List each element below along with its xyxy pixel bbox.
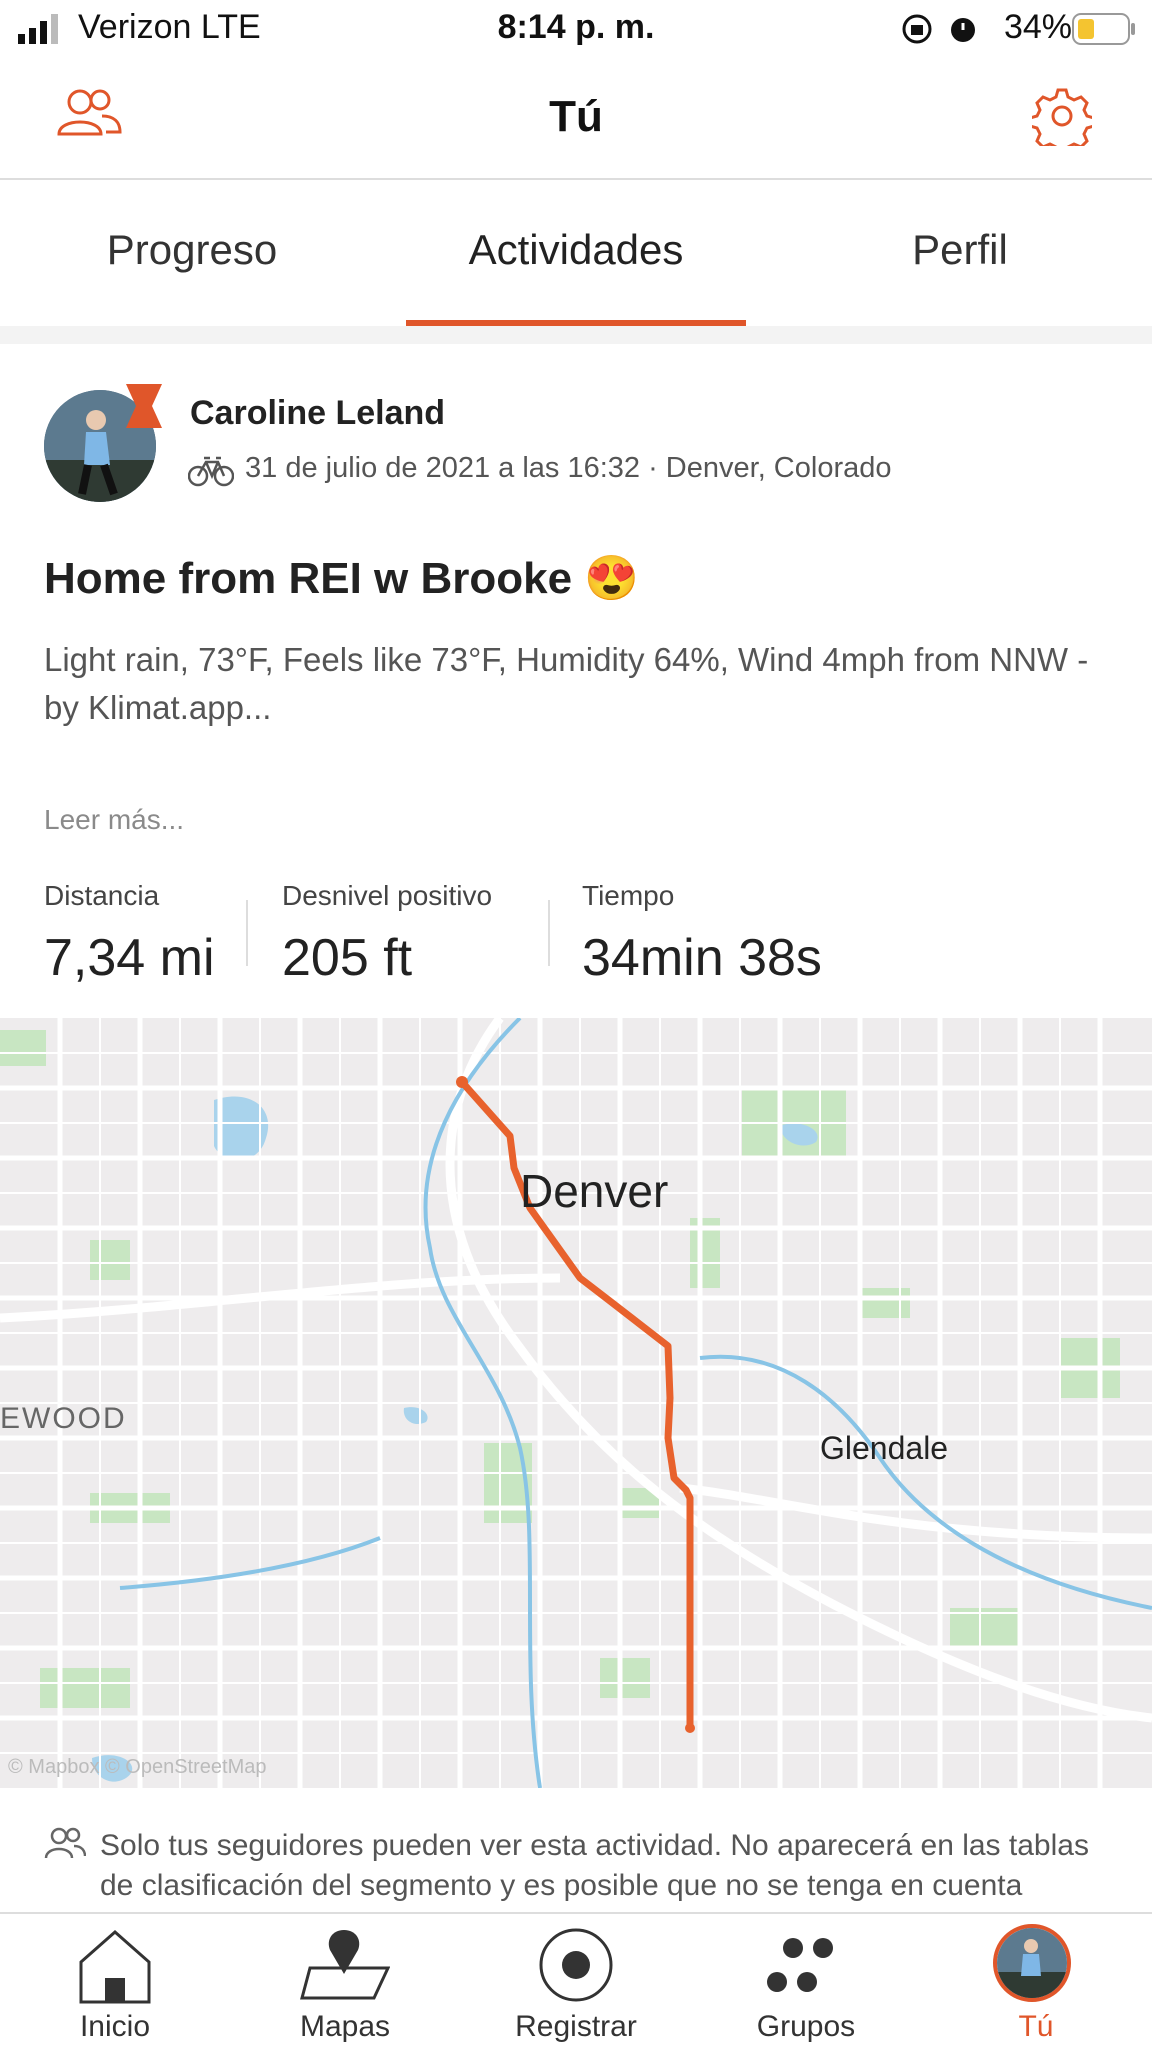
nav-item-grupos[interactable]: Grupos [691, 1914, 921, 2050]
nav-item-tu[interactable]: Tú [921, 1914, 1151, 2050]
subscriber-badge-icon [122, 384, 162, 433]
stat-elevation-value: 205 ft [282, 929, 413, 987]
tab-bar: Progreso Actividades Perfil [0, 180, 1152, 326]
rotation-lock-icon [900, 12, 934, 51]
section-divider [0, 326, 1152, 344]
activity-date-location: 31 de julio de 2021 a las 16:32 · Denver… [245, 452, 892, 484]
route-map[interactable]: Denver Glendale EWOOD © Mapbox © OpenStr… [0, 1018, 1152, 1788]
activity-description: Light rain, 73°F, Feels like 73°F, Humid… [44, 641, 1089, 726]
map-label-denver: Denver [520, 1165, 669, 1217]
battery-icon [1072, 12, 1136, 51]
battery-percent: 34% [1003, 8, 1072, 46]
top-header: Tú [0, 60, 1152, 180]
map-pin-icon [300, 1928, 391, 2009]
alarm-icon [946, 12, 980, 51]
privacy-note: Solo tus seguidores pueden ver esta acti… [100, 1829, 1089, 1902]
tab-actividades[interactable]: Actividades [406, 226, 746, 274]
route-start-marker [456, 1076, 468, 1088]
map-attribution[interactable]: © Mapbox © OpenStreetMap [8, 1756, 267, 1779]
nav-label-inicio: Inicio [79, 2010, 151, 2043]
map-label-glendale: Glendale [820, 1430, 949, 1466]
status-bar: Verizon LTE 8:14 p. m. 34% [0, 0, 1152, 60]
tab-perfil[interactable]: Perfil [860, 226, 1060, 274]
map-canvas [0, 1018, 1152, 1788]
read-more-link[interactable]: Leer más... [44, 804, 184, 836]
stat-divider [548, 900, 550, 966]
nav-item-inicio[interactable]: Inicio [0, 1914, 230, 2050]
stat-divider [246, 900, 248, 966]
bike-icon [187, 452, 235, 493]
map-label-englewood: EWOOD [0, 1402, 127, 1435]
nav-label-registrar: Registrar [515, 2010, 637, 2043]
page-title: Tú [549, 92, 603, 141]
nav-label-grupos: Grupos [756, 2010, 856, 2043]
home-icon [77, 1928, 153, 2009]
groups-icon [767, 1936, 847, 2001]
stat-distance-value: 7,34 mi [44, 929, 215, 987]
stat-distance-label: Distancia [44, 880, 160, 911]
record-icon [537, 1926, 615, 2009]
stat-elevation-label: Desnivel positivo [282, 880, 493, 911]
stat-time-value: 34min 38s [582, 929, 822, 987]
route-end-marker [685, 1723, 695, 1733]
avatar-icon [993, 1924, 1071, 2002]
tab-progreso[interactable]: Progreso [60, 226, 324, 274]
athlete-name[interactable]: Caroline Leland [190, 394, 445, 433]
nav-item-mapas[interactable]: Mapas [230, 1914, 460, 2050]
nav-label-tu: Tú [1018, 2010, 1054, 2043]
followers-icon [44, 1826, 87, 1865]
activity-title[interactable]: Home from REI w Brooke 😍 [44, 552, 639, 604]
nav-label-mapas: Mapas [299, 2010, 391, 2043]
bottom-navigation: Inicio Mapas Registrar Grupos Tú [0, 1912, 1152, 2050]
nav-item-registrar[interactable]: Registrar [461, 1914, 691, 2050]
settings-gear-icon[interactable] [1028, 86, 1096, 156]
stat-time-label: Tiempo [582, 880, 675, 911]
